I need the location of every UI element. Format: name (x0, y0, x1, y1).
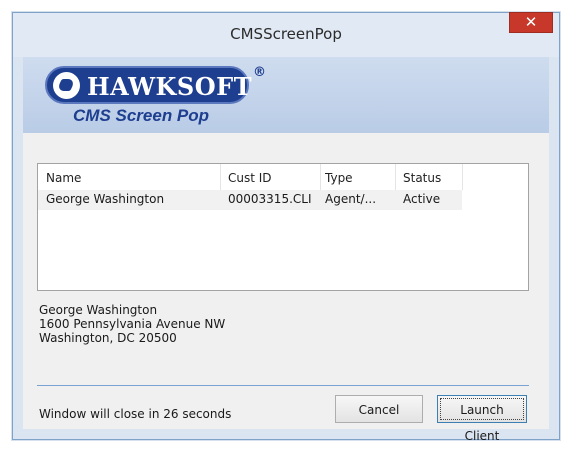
window-title: CMSScreenPop (230, 25, 342, 43)
address-name: George Washington (39, 303, 158, 317)
column-separator (220, 164, 221, 190)
column-header-cust-id[interactable]: Cust ID (228, 171, 318, 185)
registered-mark: ® (253, 65, 266, 80)
row-type: Agent/... (325, 192, 377, 206)
hawk-icon (53, 72, 80, 99)
client-address: George Washington 1600 Pennsylvania Aven… (39, 303, 225, 345)
cancel-button[interactable]: Cancel (335, 395, 423, 423)
dialog-window: CMSScreenPop ✕ HAWKSOFT ® CMS Screen Pop… (12, 12, 560, 443)
column-separator (395, 164, 396, 190)
column-header-status[interactable]: Status (403, 171, 463, 185)
address-street: 1600 Pennsylvania Avenue NW (39, 317, 226, 331)
column-separator (320, 164, 321, 190)
footer-divider (37, 385, 529, 386)
column-header-type[interactable]: Type (325, 171, 393, 185)
close-button[interactable]: ✕ (509, 12, 553, 33)
row-status: Active (403, 192, 441, 206)
address-city: Washington, DC 20500 (39, 331, 177, 345)
logo-text: HAWKSOFT (87, 72, 253, 101)
dialog-content: Name Cust ID Type Status George Washingt… (23, 133, 549, 443)
countdown-text: Window will close in 26 seconds (39, 407, 232, 421)
row-name: George Washington (46, 192, 165, 206)
hawksoft-logo: HAWKSOFT (45, 66, 253, 104)
row-cust-id: 00003315.CLI (228, 192, 312, 206)
table-row[interactable]: George Washington 00003315.CLI Agent/...… (38, 190, 462, 210)
app-subtitle: CMS Screen Pop (73, 106, 210, 125)
list-header: Name Cust ID Type Status (38, 169, 528, 189)
launch-client-button[interactable]: Launch Client (437, 395, 527, 443)
close-icon: ✕ (524, 13, 538, 31)
column-separator (462, 164, 463, 190)
header-banner: HAWKSOFT ® CMS Screen Pop (23, 57, 549, 133)
column-header-name[interactable]: Name (46, 171, 218, 185)
title-bar[interactable]: CMSScreenPop ✕ (13, 12, 559, 57)
client-list[interactable]: Name Cust ID Type Status George Washingt… (37, 163, 529, 291)
